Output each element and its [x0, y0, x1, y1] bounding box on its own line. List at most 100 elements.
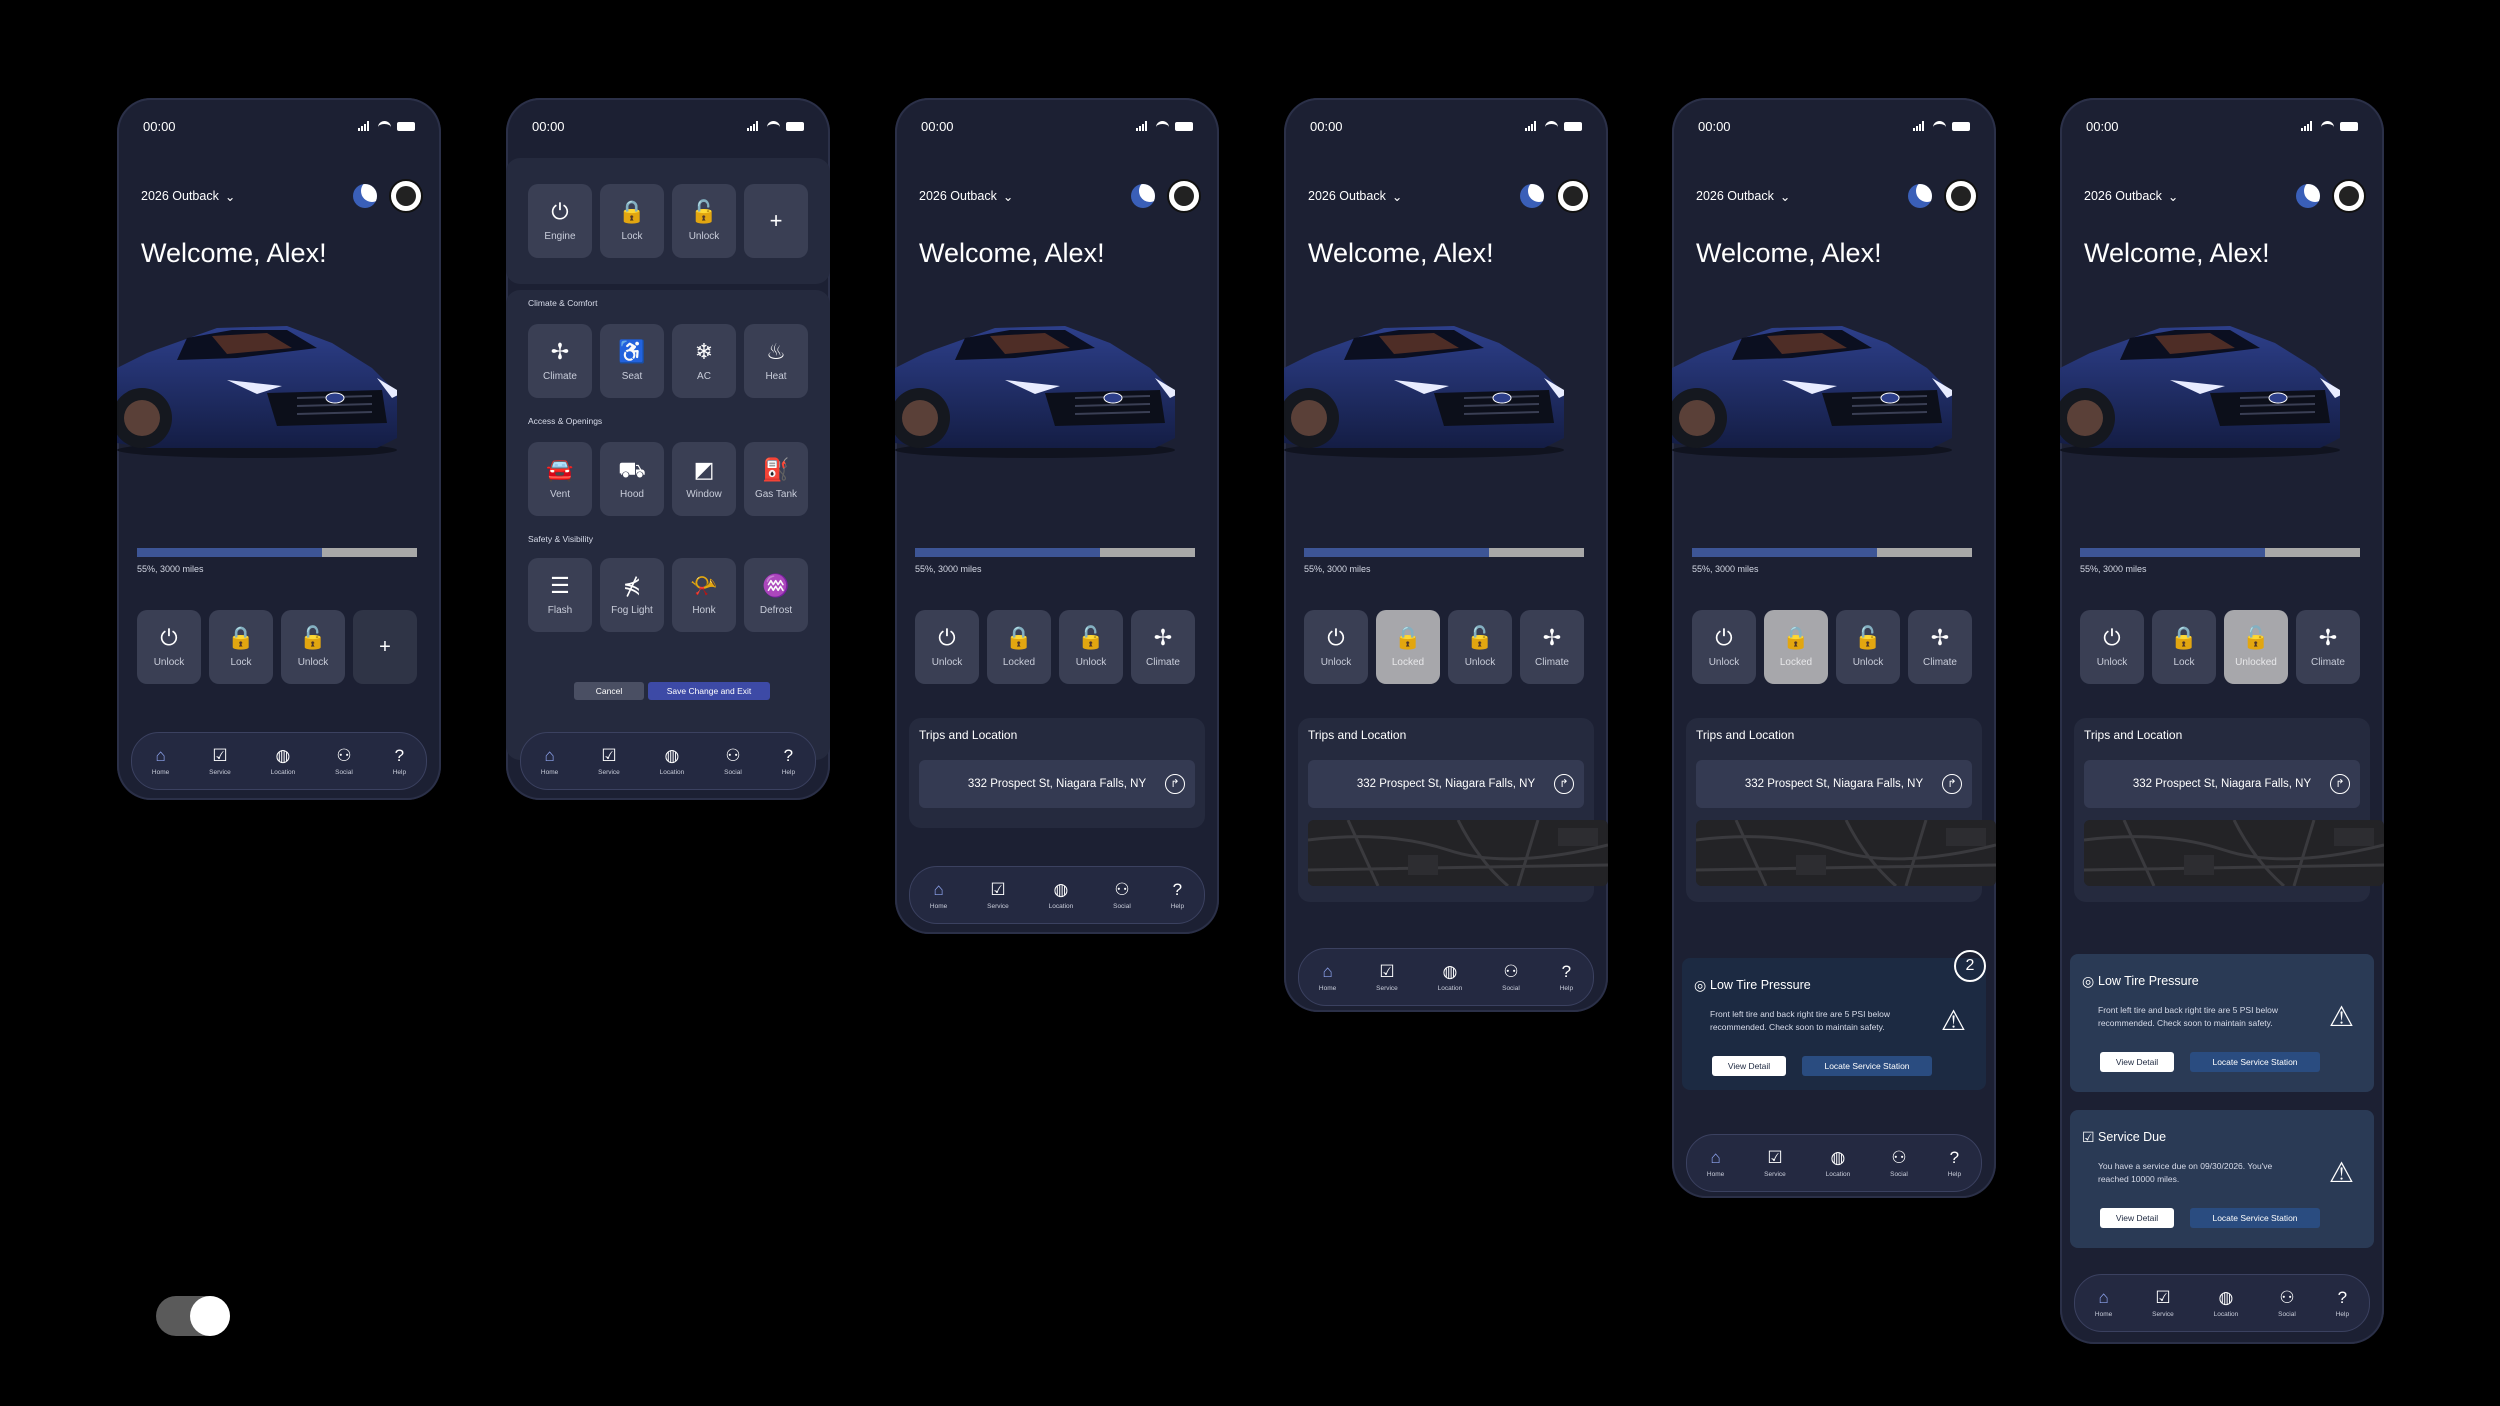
- nav-service[interactable]: ☑ Service: [2152, 1288, 2174, 1318]
- nav-help[interactable]: ? Help: [393, 746, 406, 776]
- model-selector[interactable]: 2026 Outback ⌄: [1696, 189, 1790, 204]
- address-row[interactable]: 332 Prospect St, Niagara Falls, NY ↱: [2084, 760, 2360, 808]
- action-fog-light[interactable]: ⋠ Fog Light: [600, 558, 664, 632]
- nav-help[interactable]: ? Help: [1948, 1148, 1961, 1178]
- quick-action-unlocked[interactable]: 🔓 Unlocked: [2224, 610, 2288, 684]
- action-climate[interactable]: ✢ Climate: [528, 324, 592, 398]
- alert-count-badge[interactable]: 2: [1954, 950, 1986, 982]
- action-unlock[interactable]: 🔓 Unlock: [672, 184, 736, 258]
- nav-help[interactable]: ? Help: [2336, 1288, 2349, 1318]
- locate-service-station-button[interactable]: Locate Service Station: [2190, 1208, 2320, 1228]
- action-lock[interactable]: 🔒 Lock: [600, 184, 664, 258]
- nav-help[interactable]: ? Help: [1171, 880, 1184, 910]
- action-defrost[interactable]: ♒ Defrost: [744, 558, 808, 632]
- quick-action-lock[interactable]: 🔒 Lock: [2152, 610, 2216, 684]
- quick-action-unlock[interactable]: ⏻ Unlock: [1692, 610, 1756, 684]
- nav-service[interactable]: ☑ Service: [598, 746, 620, 776]
- nav-service[interactable]: ☑ Service: [209, 746, 231, 776]
- nav-location[interactable]: ◍ Location: [660, 746, 685, 776]
- quick-action-lock[interactable]: 🔒 Lock: [209, 610, 273, 684]
- model-selector[interactable]: 2026 Outback ⌄: [2084, 189, 2178, 204]
- model-selector[interactable]: 2026 Outback ⌄: [141, 189, 235, 204]
- nav-social[interactable]: ⚇ Social: [335, 746, 353, 776]
- directions-icon[interactable]: ↱: [2330, 774, 2350, 794]
- action-engine[interactable]: ⏻ Engine: [528, 184, 592, 258]
- nav-home[interactable]: ⌂ Home: [152, 746, 169, 776]
- add-action-button[interactable]: +: [353, 610, 417, 684]
- avatar[interactable]: [2332, 179, 2366, 213]
- quick-action-unlock-2[interactable]: 🔓 Unlock: [281, 610, 345, 684]
- dark-mode-icon[interactable]: [1908, 184, 1932, 208]
- action-flash[interactable]: ☰ Flash: [528, 558, 592, 632]
- nav-social[interactable]: ⚇ Social: [1890, 1148, 1908, 1178]
- quick-action-unlock-2[interactable]: 🔓 Unlock: [1448, 610, 1512, 684]
- address-row[interactable]: 332 Prospect St, Niagara Falls, NY ↱: [919, 760, 1195, 808]
- locate-service-station-button[interactable]: Locate Service Station: [1802, 1056, 1932, 1076]
- nav-home[interactable]: ⌂ Home: [1707, 1148, 1724, 1178]
- quick-action-unlock-2[interactable]: 🔓 Unlock: [1836, 610, 1900, 684]
- dark-mode-icon[interactable]: [1131, 184, 1155, 208]
- location-map[interactable]: [2084, 820, 2384, 886]
- action-vent[interactable]: 🚘 Vent: [528, 442, 592, 516]
- nav-home[interactable]: ⌂ Home: [541, 746, 558, 776]
- action-window[interactable]: ◩ Window: [672, 442, 736, 516]
- dark-mode-icon[interactable]: [353, 184, 377, 208]
- view-detail-button[interactable]: View Detail: [1712, 1056, 1786, 1076]
- nav-service[interactable]: ☑ Service: [987, 880, 1009, 910]
- address-row[interactable]: 332 Prospect St, Niagara Falls, NY ↱: [1308, 760, 1584, 808]
- quick-action-climate[interactable]: ✢ Climate: [1908, 610, 1972, 684]
- nav-location[interactable]: ◍ Location: [2214, 1288, 2239, 1318]
- action-gas-tank[interactable]: ⛽ Gas Tank: [744, 442, 808, 516]
- nav-home[interactable]: ⌂ Home: [1319, 962, 1336, 992]
- avatar[interactable]: [1556, 179, 1590, 213]
- dark-mode-icon[interactable]: [1520, 184, 1544, 208]
- tire-pressure-alert[interactable]: ◎ Low Tire Pressure Front left tire and …: [2070, 954, 2374, 1092]
- quick-action-unlock[interactable]: ⏻ Unlock: [2080, 610, 2144, 684]
- service-due-alert[interactable]: ☑ Service Due You have a service due on …: [2070, 1110, 2374, 1248]
- nav-location[interactable]: ◍ Location: [1438, 962, 1463, 992]
- cancel-button[interactable]: Cancel: [574, 682, 644, 700]
- nav-home[interactable]: ⌂ Home: [2095, 1288, 2112, 1318]
- view-detail-button[interactable]: View Detail: [2100, 1052, 2174, 1072]
- nav-location[interactable]: ◍ Location: [271, 746, 296, 776]
- toggle-knob[interactable]: [190, 1296, 230, 1336]
- action-honk[interactable]: 📯 Honk: [672, 558, 736, 632]
- action-seat[interactable]: ♿ Seat: [600, 324, 664, 398]
- nav-social[interactable]: ⚇ Social: [2278, 1288, 2296, 1318]
- action-hood[interactable]: ⛟ Hood: [600, 442, 664, 516]
- nav-social[interactable]: ⚇ Social: [1113, 880, 1131, 910]
- theme-toggle-switch[interactable]: [156, 1296, 230, 1336]
- view-detail-button[interactable]: View Detail: [2100, 1208, 2174, 1228]
- quick-action-unlock[interactable]: ⏻ Unlock: [137, 610, 201, 684]
- quick-action-locked[interactable]: 🔒 Locked: [1376, 610, 1440, 684]
- model-selector[interactable]: 2026 Outback ⌄: [919, 189, 1013, 204]
- nav-service[interactable]: ☑ Service: [1764, 1148, 1786, 1178]
- quick-action-climate[interactable]: ✢ Climate: [1131, 610, 1195, 684]
- quick-action-locked[interactable]: 🔒 Locked: [987, 610, 1051, 684]
- nav-location[interactable]: ◍ Location: [1049, 880, 1074, 910]
- tire-pressure-alert[interactable]: ◎ Low Tire Pressure Front left tire and …: [1682, 958, 1986, 1090]
- directions-icon[interactable]: ↱: [1942, 774, 1962, 794]
- locate-service-station-button[interactable]: Locate Service Station: [2190, 1052, 2320, 1072]
- nav-service[interactable]: ☑ Service: [1376, 962, 1398, 992]
- quick-action-unlock[interactable]: ⏻ Unlock: [915, 610, 979, 684]
- model-selector[interactable]: 2026 Outback ⌄: [1308, 189, 1402, 204]
- nav-help[interactable]: ? Help: [782, 746, 795, 776]
- action-ac[interactable]: ❄ AC: [672, 324, 736, 398]
- nav-home[interactable]: ⌂ Home: [930, 880, 947, 910]
- action-heat[interactable]: ♨ Heat: [744, 324, 808, 398]
- avatar[interactable]: [1167, 179, 1201, 213]
- nav-social[interactable]: ⚇ Social: [724, 746, 742, 776]
- nav-help[interactable]: ? Help: [1560, 962, 1573, 992]
- dark-mode-icon[interactable]: [2296, 184, 2320, 208]
- location-map[interactable]: [1308, 820, 1608, 886]
- avatar[interactable]: [389, 179, 423, 213]
- quick-action-locked[interactable]: 🔒 Locked: [1764, 610, 1828, 684]
- quick-action-climate[interactable]: ✢ Climate: [2296, 610, 2360, 684]
- quick-action-climate[interactable]: ✢ Climate: [1520, 610, 1584, 684]
- address-row[interactable]: 332 Prospect St, Niagara Falls, NY ↱: [1696, 760, 1972, 808]
- quick-action-unlock[interactable]: ⏻ Unlock: [1304, 610, 1368, 684]
- directions-icon[interactable]: ↱: [1554, 774, 1574, 794]
- avatar[interactable]: [1944, 179, 1978, 213]
- quick-action-unlock-2[interactable]: 🔓 Unlock: [1059, 610, 1123, 684]
